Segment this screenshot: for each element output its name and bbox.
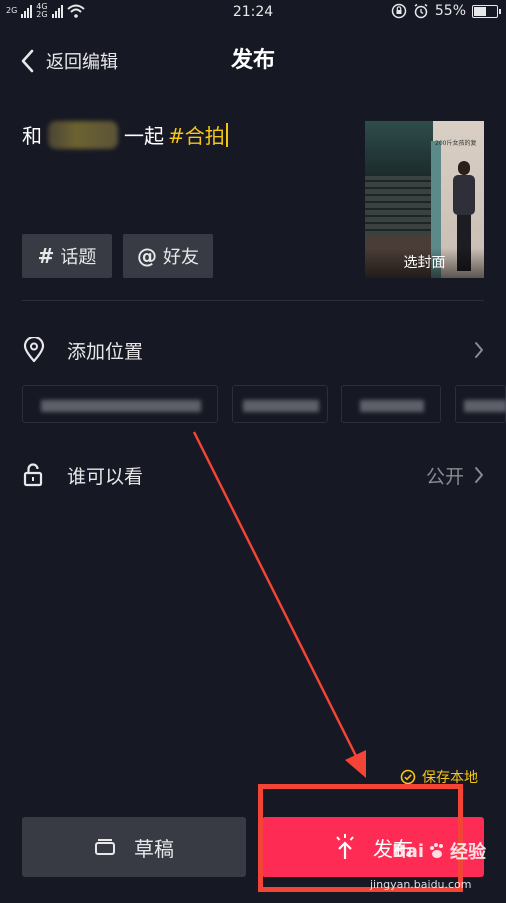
at-icon: @: [137, 244, 157, 268]
status-bar: 2G 4G 2G 21:24 55%: [0, 0, 506, 26]
lock-rotation-icon: [391, 3, 407, 19]
caption-suffix: 一起: [124, 124, 164, 148]
location-suggestion-chip[interactable]: [341, 385, 441, 423]
watermark-url: jingyan.baidu.com: [370, 878, 472, 891]
draft-button[interactable]: 草稿: [22, 817, 246, 877]
cover-inner-text: 200斤女孩的复: [435, 140, 477, 147]
privacy-value: 公开: [425, 465, 464, 488]
chevron-right-icon: [475, 467, 483, 483]
cover-selector[interactable]: 200斤女孩的复 选封面: [365, 121, 484, 278]
text-cursor: [225, 122, 228, 147]
location-suggestion-chip[interactable]: [455, 385, 506, 423]
battery-icon: [472, 4, 501, 18]
blurred-username: [48, 120, 118, 149]
privacy-row[interactable]: 谁可以看 公开: [22, 458, 484, 492]
topic-label: 话题: [60, 247, 97, 268]
caption-input[interactable]: 和 一起 #合拍: [22, 120, 228, 149]
draft-label: 草稿: [134, 836, 174, 861]
battery-percent: 55%: [434, 3, 466, 19]
location-suggestion-chip[interactable]: [232, 385, 328, 423]
hash-icon: #: [37, 244, 55, 268]
friend-label: 好友: [163, 247, 199, 268]
alarm-icon: [414, 3, 428, 19]
watermark-text: Bai: [392, 840, 425, 862]
add-location-row[interactable]: 添加位置: [22, 333, 484, 367]
draft-box-icon: [95, 839, 115, 855]
divider: [22, 300, 484, 301]
add-location-label: 添加位置: [67, 340, 144, 363]
check-circle-icon: [400, 769, 416, 785]
watermark: Bai 经验: [392, 838, 486, 864]
topic-button[interactable]: # 话题: [22, 234, 112, 278]
cover-thumbnail-image: [365, 121, 433, 176]
unlock-icon: [23, 463, 43, 487]
paw-icon: [430, 843, 444, 858]
mention-friend-button[interactable]: @ 好友: [123, 234, 213, 278]
caption-hashtag: #合拍: [168, 124, 225, 148]
cover-label: 选封面: [365, 248, 484, 278]
page-title: 发布: [230, 48, 275, 73]
chevron-right-icon: [475, 342, 483, 358]
privacy-label: 谁可以看: [67, 465, 144, 488]
watermark-text-2: 经验: [450, 842, 487, 863]
location-suggestion-chip[interactable]: [22, 385, 218, 423]
caption-prefix: 和: [22, 124, 42, 148]
location-pin-icon: [23, 337, 45, 363]
